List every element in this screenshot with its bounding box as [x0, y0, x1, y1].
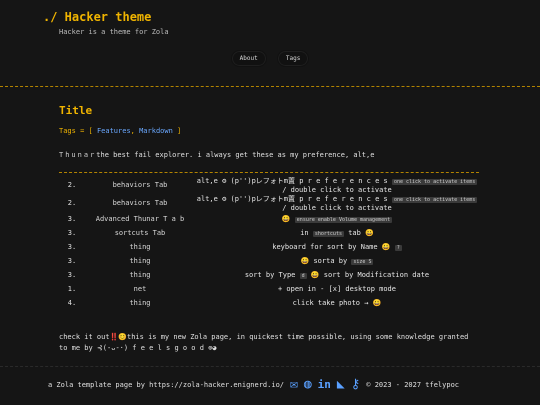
row-desc-text: alt,e ⚙ (p'')pレフォトm置 p r e f e r e n c e… [196, 195, 388, 203]
table-row: 1. net + open in - [x] desktop mode [59, 282, 479, 296]
main-nav: About Tags [0, 50, 540, 67]
row-image-alt: net [133, 285, 147, 293]
table-row: 3. sortcuts Tab in shortcuts tab 😀 [59, 226, 479, 240]
row-image-alt: thing [129, 257, 151, 265]
row-number: 2. [67, 199, 77, 207]
mail-icon[interactable]: ✉ [290, 378, 298, 391]
row-description: alt,e ⚙ (p'')pレフォトm置 p r e f e r e n c e… [195, 194, 479, 212]
footer-copyright: © 2023 - 2027 tfelypoc [366, 380, 459, 389]
github-icon[interactable]: ◍ [304, 378, 312, 391]
row-image-alt: behaviors Tab [112, 199, 168, 207]
row-kbd: one click to activate items [391, 179, 478, 185]
row-number: 2. [67, 181, 77, 189]
row-number: 3. [67, 243, 77, 251]
row-number: 3. [67, 257, 77, 265]
site-title[interactable]: ./ Hacker theme [43, 10, 151, 24]
table-top-rule [59, 172, 479, 173]
table-row: 3. thing keyboard for sort by Name 😀 ? [59, 240, 479, 254]
settings-table: 2. behaviors Tab alt,e ⚙ (p'')pレフォトm置 p r … [59, 176, 479, 310]
tag-markdown-link[interactable]: Markdown [139, 127, 173, 135]
row-description: alt,e ⚙ (p'')pレフォトm置 p r e f e r e n c e… [195, 176, 479, 194]
row-description: sort by Type d 😀 sort by Modification da… [195, 268, 479, 282]
row-kbd: ? [394, 245, 402, 251]
table-row: 3. thing sort by Type d 😀 sort by Modifica… [59, 268, 479, 282]
row-desc-extra: / double click to activate [282, 204, 392, 212]
row-image-alt: Advanced Thunar T a b [95, 215, 185, 223]
row-image-alt: thing [129, 299, 151, 307]
intro-text: the best fail explorer. i always get the… [96, 151, 375, 159]
row-description: 😀 sorta by size S [195, 254, 479, 268]
table-row: 4. thing click take photo → 😀 [59, 296, 479, 310]
row-description: + open in - [x] desktop mode [195, 282, 479, 296]
site-footer: a Zola template page by https://zola-hac… [48, 378, 459, 391]
site-header: ./ Hacker theme Hacker is a theme for Zo… [0, 0, 540, 86]
closing-text: check it out‼️😊this is my new Zola page,… [59, 333, 469, 352]
row-desc-text: sort by Type [244, 271, 296, 279]
row-desc-text: alt,e ⚙ (p'')pレフォトm置 p r e f e r e n c e… [196, 177, 388, 185]
post-title: Title [59, 104, 93, 117]
row-image-alt: thing [129, 243, 151, 251]
linkedin-icon[interactable]: in [318, 378, 331, 391]
footer-rule [0, 366, 540, 367]
row-desc-text: keyboard for sort by Name 😀 [272, 243, 391, 251]
row-kbd: d [299, 273, 307, 279]
row-desc-text: click take photo → 😀 [292, 299, 382, 307]
row-image-alt: sortcuts Tab [114, 229, 166, 237]
row-desc-text: + open in - [x] desktop mode [277, 285, 396, 293]
intro-thunar: Thunar [59, 151, 97, 159]
row-kbd: size S [351, 259, 374, 265]
row-number: 3. [67, 229, 77, 237]
tags-prefix: Tags = [ [59, 127, 93, 135]
row-number: 3. [67, 271, 77, 279]
row-description: 😀 ensure enable Volume management [195, 212, 479, 226]
nav-about-button[interactable]: About [230, 50, 267, 67]
row-desc-extra: tab 😀 [348, 229, 374, 237]
table-row: 2. behaviors Tab alt,e ⚙ (p'')pレフォトm置 p r … [59, 194, 479, 212]
table-row: 3. Advanced Thunar T a b 😀 ensure enable V… [59, 212, 479, 226]
row-kbd: ensure enable Volume management [294, 217, 393, 223]
row-number: 1. [67, 285, 77, 293]
table-row: 2. behaviors Tab alt,e ⚙ (p'')pレフォトm置 p r … [59, 176, 479, 194]
row-desc-text: 😀 sorta by [300, 257, 348, 265]
post-tags: Tags = [ Features, Markdown ] [59, 127, 182, 135]
row-desc-extra: / double click to activate [282, 186, 392, 194]
row-desc-extra: 😀 sort by Modification date [310, 271, 430, 279]
key-icon[interactable]: ⚷ [351, 378, 361, 391]
row-number: 4. [67, 299, 77, 307]
nav-tags-button[interactable]: Tags [276, 50, 310, 67]
tag-features-link[interactable]: Features [97, 127, 131, 135]
row-description: click take photo → 😀 [195, 296, 479, 310]
row-image-alt: thing [129, 271, 151, 279]
rss-icon[interactable]: ◣ [337, 378, 345, 391]
row-image-alt: behaviors Tab [112, 181, 168, 189]
header-divider [0, 86, 540, 87]
table-row: 3. thing 😀 sorta by size S [59, 254, 479, 268]
row-number: 3. [67, 215, 77, 223]
row-desc-text: in [300, 229, 309, 237]
row-desc-text: 😀 [281, 215, 291, 223]
site-tagline: Hacker is a theme for Zola [59, 28, 169, 36]
footer-credit: a Zola template page by https://zola-hac… [48, 380, 285, 389]
row-description: in shortcuts tab 😀 [195, 226, 479, 240]
row-description: keyboard for sort by Name 😀 ? [195, 240, 479, 254]
tags-suffix: ] [177, 127, 182, 135]
row-kbd: one click to activate items [391, 197, 478, 203]
post-intro: Thunarthe best fail explorer. i always g… [59, 151, 374, 159]
row-kbd: shortcuts [312, 231, 344, 237]
